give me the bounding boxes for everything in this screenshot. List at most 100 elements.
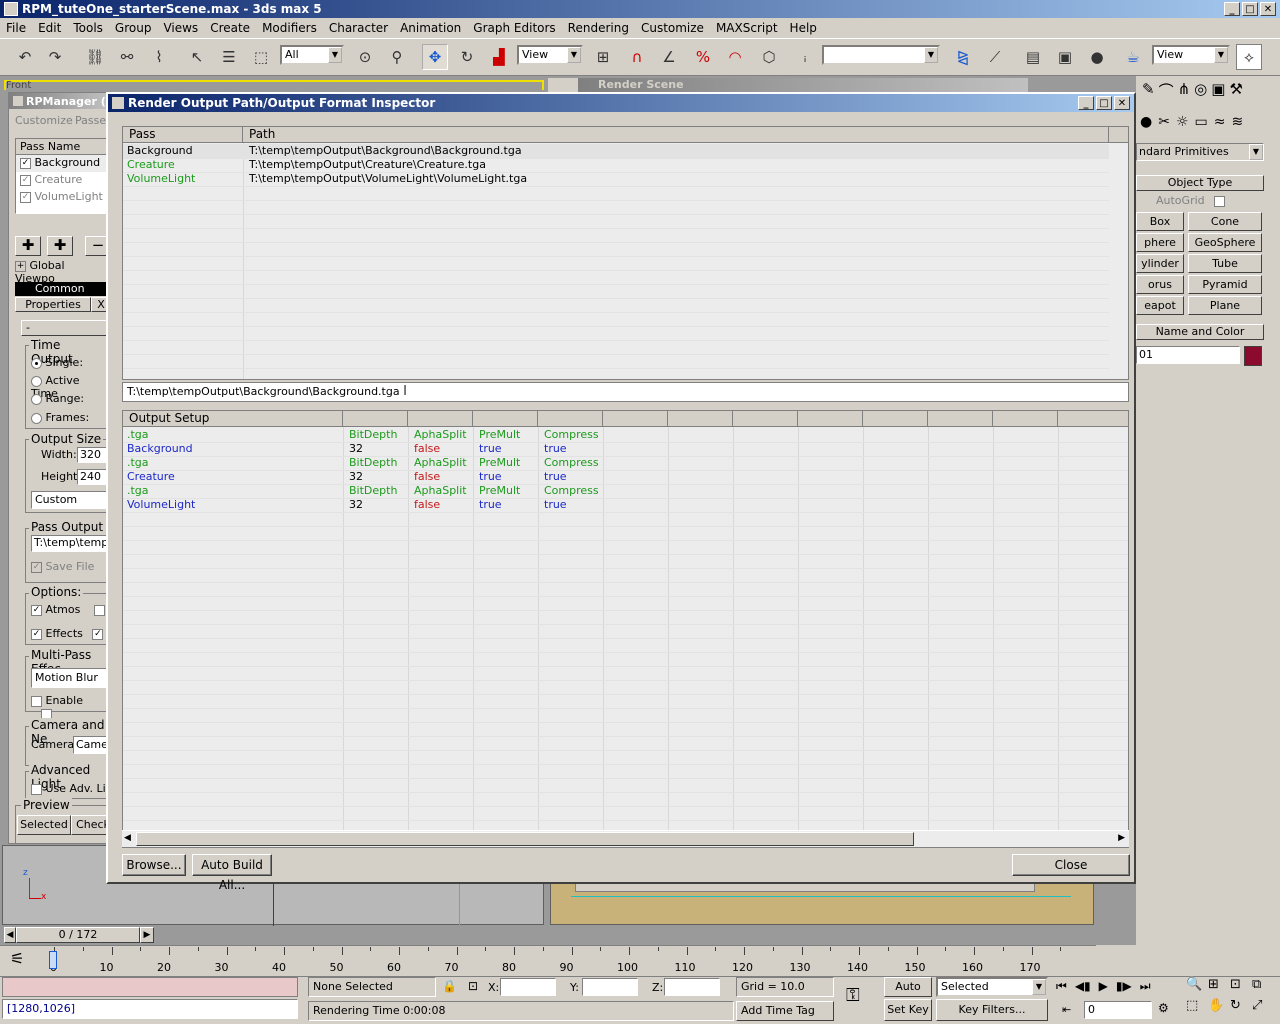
select-move-icon[interactable]: ⊙ <box>352 44 378 70</box>
named-selection-dropdown[interactable]: ▼ <box>822 45 940 65</box>
x-coord-field[interactable] <box>500 978 556 996</box>
path-row[interactable]: Creature T:\temp\tempOutput\Creature\Crea… <box>123 158 1109 172</box>
menu-modifiers[interactable]: Modifiers <box>256 21 323 35</box>
output-row[interactable]: .tga BitDepth AphaSplit PreMult Compress <box>123 484 1128 498</box>
add-time-tag-button[interactable]: Add Time Tag <box>736 1001 834 1021</box>
align-icon[interactable]: ⟋ <box>982 44 1008 70</box>
select-object-icon[interactable]: ↖ <box>184 44 210 70</box>
preview-check-button[interactable]: Check <box>71 815 107 835</box>
primitive-button-eapot[interactable]: eapot <box>1136 296 1184 315</box>
size-preset-dropdown[interactable]: Custom <box>31 491 107 509</box>
percent-snap-icon[interactable]: % <box>690 44 716 70</box>
primitive-button-box[interactable]: Box <box>1136 212 1184 231</box>
rollout-collapse[interactable]: - <box>21 320 107 336</box>
move-icon[interactable]: ✥ <box>422 44 448 70</box>
motion-blur-dropdown[interactable]: Motion Blur <box>31 668 107 688</box>
add-pass-button[interactable]: ✚ <box>15 236 41 256</box>
output-row[interactable]: .tga BitDepth AphaSplit PreMult Compress <box>123 428 1128 442</box>
key-mode-dropdown[interactable]: Selected ▼ <box>936 977 1048 997</box>
object-name-field[interactable]: 01 <box>1136 346 1240 364</box>
autogrid-checkbox[interactable]: AutoGrid <box>1156 194 1226 207</box>
z-coord-field[interactable] <box>664 978 720 996</box>
play-icon[interactable]: ▶ <box>1099 979 1108 994</box>
time-config-icon[interactable]: ⚙ <box>1158 1001 1169 1015</box>
scale-icon[interactable]: ▟ <box>486 44 512 70</box>
menu-group[interactable]: Group <box>109 21 158 35</box>
maxscript-listener[interactable] <box>2 977 298 997</box>
primitive-button-geosphere[interactable]: GeoSphere <box>1188 233 1262 252</box>
path-row[interactable]: Background T:\temp\tempOutput\Background\… <box>123 144 1109 158</box>
output-grid-header-empty[interactable] <box>668 411 733 427</box>
width-field[interactable]: 320 <box>77 447 107 463</box>
undo-icon[interactable]: ↶ <box>12 44 38 70</box>
output-grid-header-empty[interactable] <box>733 411 798 427</box>
go-to-end-icon[interactable]: ⏭ <box>1140 979 1151 994</box>
cameras-icon[interactable]: ▭ <box>1195 114 1208 138</box>
modify-tab-icon[interactable]: ⌒ <box>1159 80 1174 104</box>
pass-item-background[interactable]: ✓ Background <box>16 155 107 172</box>
key-icon[interactable]: ⚿ <box>846 985 860 1006</box>
enable-checkbox[interactable]: Enable <box>31 694 107 720</box>
dialog-minimize-button[interactable]: _ <box>1078 96 1094 110</box>
output-setup-grid[interactable]: Output Setup .tga BitDepth AphaSplit PreMul… <box>122 410 1129 848</box>
primitive-button-orus[interactable]: orus <box>1136 275 1184 294</box>
current-frame-field[interactable]: 0 <box>1084 1001 1152 1019</box>
output-grid-header-empty[interactable] <box>538 411 603 427</box>
preview-selected-button[interactable]: Selected <box>17 815 71 835</box>
bind-spacewarp-icon[interactable]: ⌇ <box>146 44 172 70</box>
output-grid-hscrollbar[interactable]: ◀ ▶ <box>122 830 1129 847</box>
menu-edit[interactable]: Edit <box>32 21 67 35</box>
dialog-close-text-button[interactable]: Close <box>1012 854 1130 876</box>
output-grid-header-empty[interactable] <box>993 411 1058 427</box>
display-tab-icon[interactable]: ▣ <box>1211 80 1225 104</box>
track-view-icon[interactable]: ▤ <box>1020 44 1046 70</box>
scroll-left-icon[interactable]: ◀ <box>124 833 131 843</box>
manipulate-icon[interactable]: ⚲ <box>384 44 410 70</box>
height-field[interactable]: 240 <box>77 469 107 485</box>
edit-named-selections-icon[interactable]: ⬡ <box>756 44 782 70</box>
menu-character[interactable]: Character <box>323 21 394 35</box>
quick-render-icon[interactable]: ⟡ <box>1236 44 1262 70</box>
atmos-checkbox[interactable]: ✓ Atmos <box>31 603 105 616</box>
time-slider-next-icon[interactable]: ▶ <box>140 927 154 943</box>
menu-customize[interactable]: Customize <box>635 21 710 35</box>
auto-build-button[interactable]: Auto Build All... <box>192 854 272 892</box>
zoom-extents-icon[interactable]: ⊡ <box>1230 977 1252 992</box>
menu-rendering[interactable]: Rendering <box>562 21 635 35</box>
primitive-button-cone[interactable]: Cone <box>1188 212 1262 231</box>
hierarchy-tab-icon[interactable]: ⋔ <box>1178 80 1191 104</box>
lock-selection-icon[interactable]: 🔒 <box>442 979 457 993</box>
tab-passes[interactable]: Passes <box>75 114 107 127</box>
primitive-category-dropdown[interactable]: ndard Primitives ▼ <box>1136 143 1264 161</box>
zoom-extents-all-icon[interactable]: ⧉ <box>1252 977 1274 992</box>
unlink-icon[interactable]: ⚯ <box>114 44 140 70</box>
y-coord-field[interactable] <box>582 978 638 996</box>
tab-customize[interactable]: Customize <box>15 114 73 127</box>
time-slider[interactable]: 0 / 172 <box>16 927 140 943</box>
selection-region-icon[interactable]: ⬚ <box>248 44 274 70</box>
path-grid-header-path[interactable]: Path <box>243 127 1109 143</box>
pass-checkbox[interactable]: ✓ <box>20 157 31 169</box>
next-frame-icon[interactable]: ▮▶ <box>1116 979 1132 994</box>
select-link-icon[interactable]: ⛓ <box>82 44 108 70</box>
utilities-tab-icon[interactable]: ⚒ <box>1229 80 1242 104</box>
key-filters-button[interactable]: Key Filters... <box>936 999 1048 1021</box>
pivot-center-icon[interactable]: ⊞ <box>590 44 616 70</box>
pass-item-volumelight[interactable]: ✓ VolumeLight <box>16 189 107 206</box>
menu-graph-editors[interactable]: Graph Editors <box>467 21 561 35</box>
radio-range[interactable]: Range: <box>31 392 84 405</box>
properties-tab[interactable]: Properties <box>15 297 91 312</box>
radio-frames[interactable]: Frames: <box>31 411 89 424</box>
path-grid-header-pass[interactable]: Pass <box>123 127 243 143</box>
pass-output-path-field[interactable]: T:\temp\tempO <box>31 535 107 552</box>
selection-filter-dropdown[interactable]: All ▼ <box>280 45 344 65</box>
output-grid-header-empty[interactable] <box>343 411 408 427</box>
menu-animation[interactable]: Animation <box>394 21 467 35</box>
primitive-button-ylinder[interactable]: ylinder <box>1136 254 1184 273</box>
arc-rotate-icon[interactable]: ↻ <box>1230 998 1252 1013</box>
spacewarps-icon[interactable]: ≋ <box>1231 114 1243 138</box>
path-edit-field[interactable]: T:\temp\tempOutput\Background\Background… <box>122 382 1129 402</box>
path-row[interactable]: VolumeLight T:\temp\tempOutput\VolumeLigh… <box>123 172 1109 186</box>
go-to-start-icon[interactable]: ⏮ <box>1056 979 1067 994</box>
output-row[interactable]: .tga BitDepth AphaSplit PreMult Compress <box>123 456 1128 470</box>
